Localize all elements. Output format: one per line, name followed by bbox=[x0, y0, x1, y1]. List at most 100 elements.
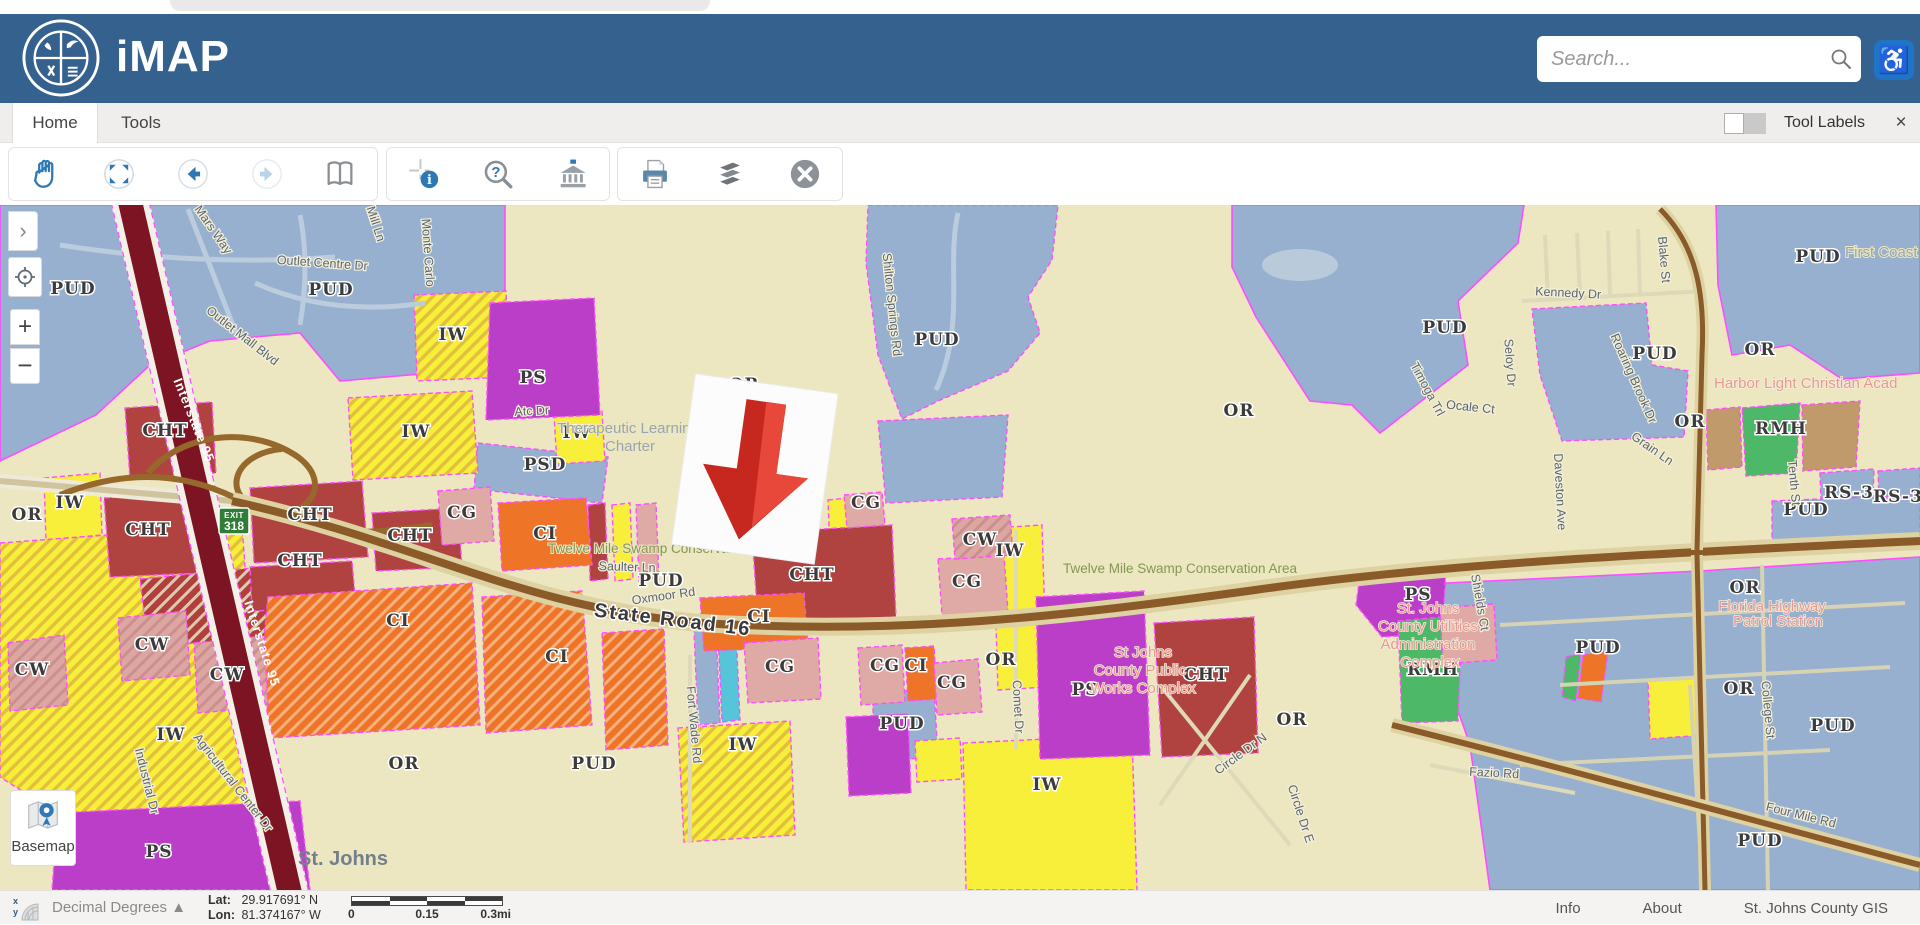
scale-label-max: 0.3mi bbox=[480, 907, 511, 921]
next-extent-button[interactable] bbox=[245, 152, 289, 196]
zone-label: CG bbox=[851, 493, 881, 513]
tab-home[interactable]: Home bbox=[12, 103, 98, 143]
basemap-button[interactable]: Basemap bbox=[10, 790, 76, 866]
zone-label: CG bbox=[952, 572, 982, 592]
zone-label: PUD bbox=[50, 279, 95, 299]
search-box[interactable] bbox=[1537, 36, 1861, 82]
zone-label: CI bbox=[904, 656, 927, 676]
about-link[interactable]: About bbox=[1643, 900, 1682, 917]
query-button[interactable]: ? bbox=[476, 152, 520, 196]
basemap-icon bbox=[24, 795, 62, 835]
toggle-thumb bbox=[1724, 113, 1744, 134]
zone-label: CHT bbox=[387, 526, 432, 546]
map-label: Comet Dr bbox=[1010, 680, 1027, 734]
svg-text:?: ? bbox=[491, 165, 500, 181]
zone-label: PS bbox=[145, 842, 172, 862]
zone-label: CW bbox=[135, 635, 170, 655]
pan-hand-icon bbox=[29, 157, 63, 191]
full-extent-button[interactable] bbox=[97, 152, 141, 196]
forward-arrow-icon bbox=[250, 157, 284, 191]
search-input[interactable] bbox=[1537, 48, 1829, 71]
zone-label: RS-3 bbox=[1824, 483, 1874, 503]
tab-bar: Home Tools Tool Labels × bbox=[0, 103, 1920, 143]
magnifier-question-icon: ? bbox=[481, 157, 515, 191]
map-viewport[interactable]: PUDPUDIWPSIWPSDIWORPUDORPUDPUDPUDORORRMH… bbox=[0, 205, 1920, 890]
zoom-out-button[interactable]: − bbox=[10, 348, 40, 384]
credits-link[interactable]: St. Johns County GIS bbox=[1744, 900, 1888, 917]
layers-icon bbox=[713, 157, 747, 191]
zone-label: PUD bbox=[308, 280, 353, 300]
lat-label: Lat: bbox=[208, 893, 238, 908]
back-arrow-icon bbox=[176, 157, 210, 191]
accessibility-button[interactable]: ♿ bbox=[1874, 40, 1914, 80]
zone-label: PUD bbox=[1810, 716, 1855, 736]
sidebar-expand-button[interactable]: › bbox=[8, 211, 38, 251]
coordinate-readout: Lat: 29.917691° N Lon: 81.374167° W bbox=[208, 893, 321, 923]
zone-label: IW bbox=[728, 735, 757, 755]
zone-label: OR bbox=[1724, 679, 1755, 699]
layers-button[interactable] bbox=[708, 152, 752, 196]
zone-label: IW bbox=[438, 325, 467, 345]
zone-label: IW bbox=[401, 422, 430, 442]
zone-label: CW bbox=[210, 665, 245, 685]
identify-crosshair-icon: i bbox=[407, 157, 441, 191]
map-label: 318 bbox=[224, 519, 244, 533]
map-label: St. Johns bbox=[1397, 600, 1460, 617]
zone-label: PUD bbox=[1737, 831, 1782, 851]
info-link[interactable]: Info bbox=[1556, 900, 1581, 917]
zone-label: CHT bbox=[125, 520, 170, 540]
zone-label: OR bbox=[986, 650, 1017, 670]
zoning-map[interactable]: PUDPUDIWPSIWPSDIWORPUDORPUDPUDPUDORORRMH… bbox=[0, 205, 1920, 890]
close-icon[interactable]: × bbox=[1886, 103, 1916, 143]
zone-label: OR bbox=[1277, 710, 1308, 730]
app-title: iMAP bbox=[116, 32, 230, 82]
pan-tool-button[interactable] bbox=[24, 152, 68, 196]
zone-label: CI bbox=[545, 647, 568, 667]
map-label: Twelve Mile Swamp Conservation Area bbox=[1063, 561, 1298, 576]
search-icon[interactable] bbox=[1829, 42, 1853, 76]
zone-label: CG bbox=[870, 656, 900, 676]
municipal-lookup-button[interactable] bbox=[550, 152, 594, 196]
coordinate-system-selector[interactable]: Decimal Degrees ▲ bbox=[52, 891, 186, 925]
lon-value: 81.374167° W bbox=[241, 908, 320, 922]
tool-labels-toggle[interactable] bbox=[1724, 113, 1766, 134]
zone-label: CHT bbox=[789, 565, 834, 585]
zone-label: PUD bbox=[1422, 318, 1467, 338]
map-label: Therapeutic Learning bbox=[557, 420, 699, 437]
zone-label: CW bbox=[963, 530, 998, 550]
zone-label: PUD bbox=[879, 714, 924, 734]
zone-label: CI bbox=[386, 611, 409, 631]
zone-label: CHT bbox=[277, 551, 322, 571]
full-extent-icon bbox=[102, 157, 136, 191]
red-arrow-annotation bbox=[672, 374, 839, 564]
svg-text:i: i bbox=[427, 173, 432, 188]
print-button[interactable] bbox=[633, 152, 677, 196]
svg-text:y: y bbox=[13, 907, 18, 917]
bookmarks-button[interactable] bbox=[318, 152, 362, 196]
map-label: Administration bbox=[1380, 636, 1475, 653]
zone-label: PUD bbox=[1575, 638, 1620, 658]
toolbar: i ? bbox=[0, 143, 1920, 205]
cancel-tool-button[interactable] bbox=[783, 152, 827, 196]
zone-label: OR bbox=[1745, 340, 1776, 360]
zone-label: PUD bbox=[1795, 247, 1840, 267]
zone-label: OR bbox=[1675, 412, 1706, 432]
locate-button[interactable] bbox=[8, 257, 42, 297]
tab-tools[interactable]: Tools bbox=[98, 103, 184, 143]
zone-label: CHT bbox=[142, 421, 187, 441]
zoom-in-button[interactable]: + bbox=[10, 309, 40, 345]
map-label: Charter bbox=[605, 438, 655, 455]
map-label: St Johns bbox=[1114, 644, 1172, 661]
coordinates-globe-icon[interactable]: x y bbox=[12, 895, 40, 921]
zone-label: PUD bbox=[571, 754, 616, 774]
scale-label-mid: 0.15 bbox=[415, 907, 438, 921]
tool-labels-label: Tool Labels bbox=[1784, 103, 1865, 143]
zone-label: CG bbox=[937, 673, 967, 693]
previous-extent-button[interactable] bbox=[171, 152, 215, 196]
locate-crosshair-icon bbox=[13, 265, 37, 289]
identify-button[interactable]: i bbox=[402, 152, 446, 196]
zone-label: OR bbox=[1224, 401, 1255, 421]
map-label: County Public bbox=[1094, 662, 1187, 679]
zone-label: IW bbox=[156, 725, 185, 745]
zone-label: CHT bbox=[287, 505, 332, 525]
